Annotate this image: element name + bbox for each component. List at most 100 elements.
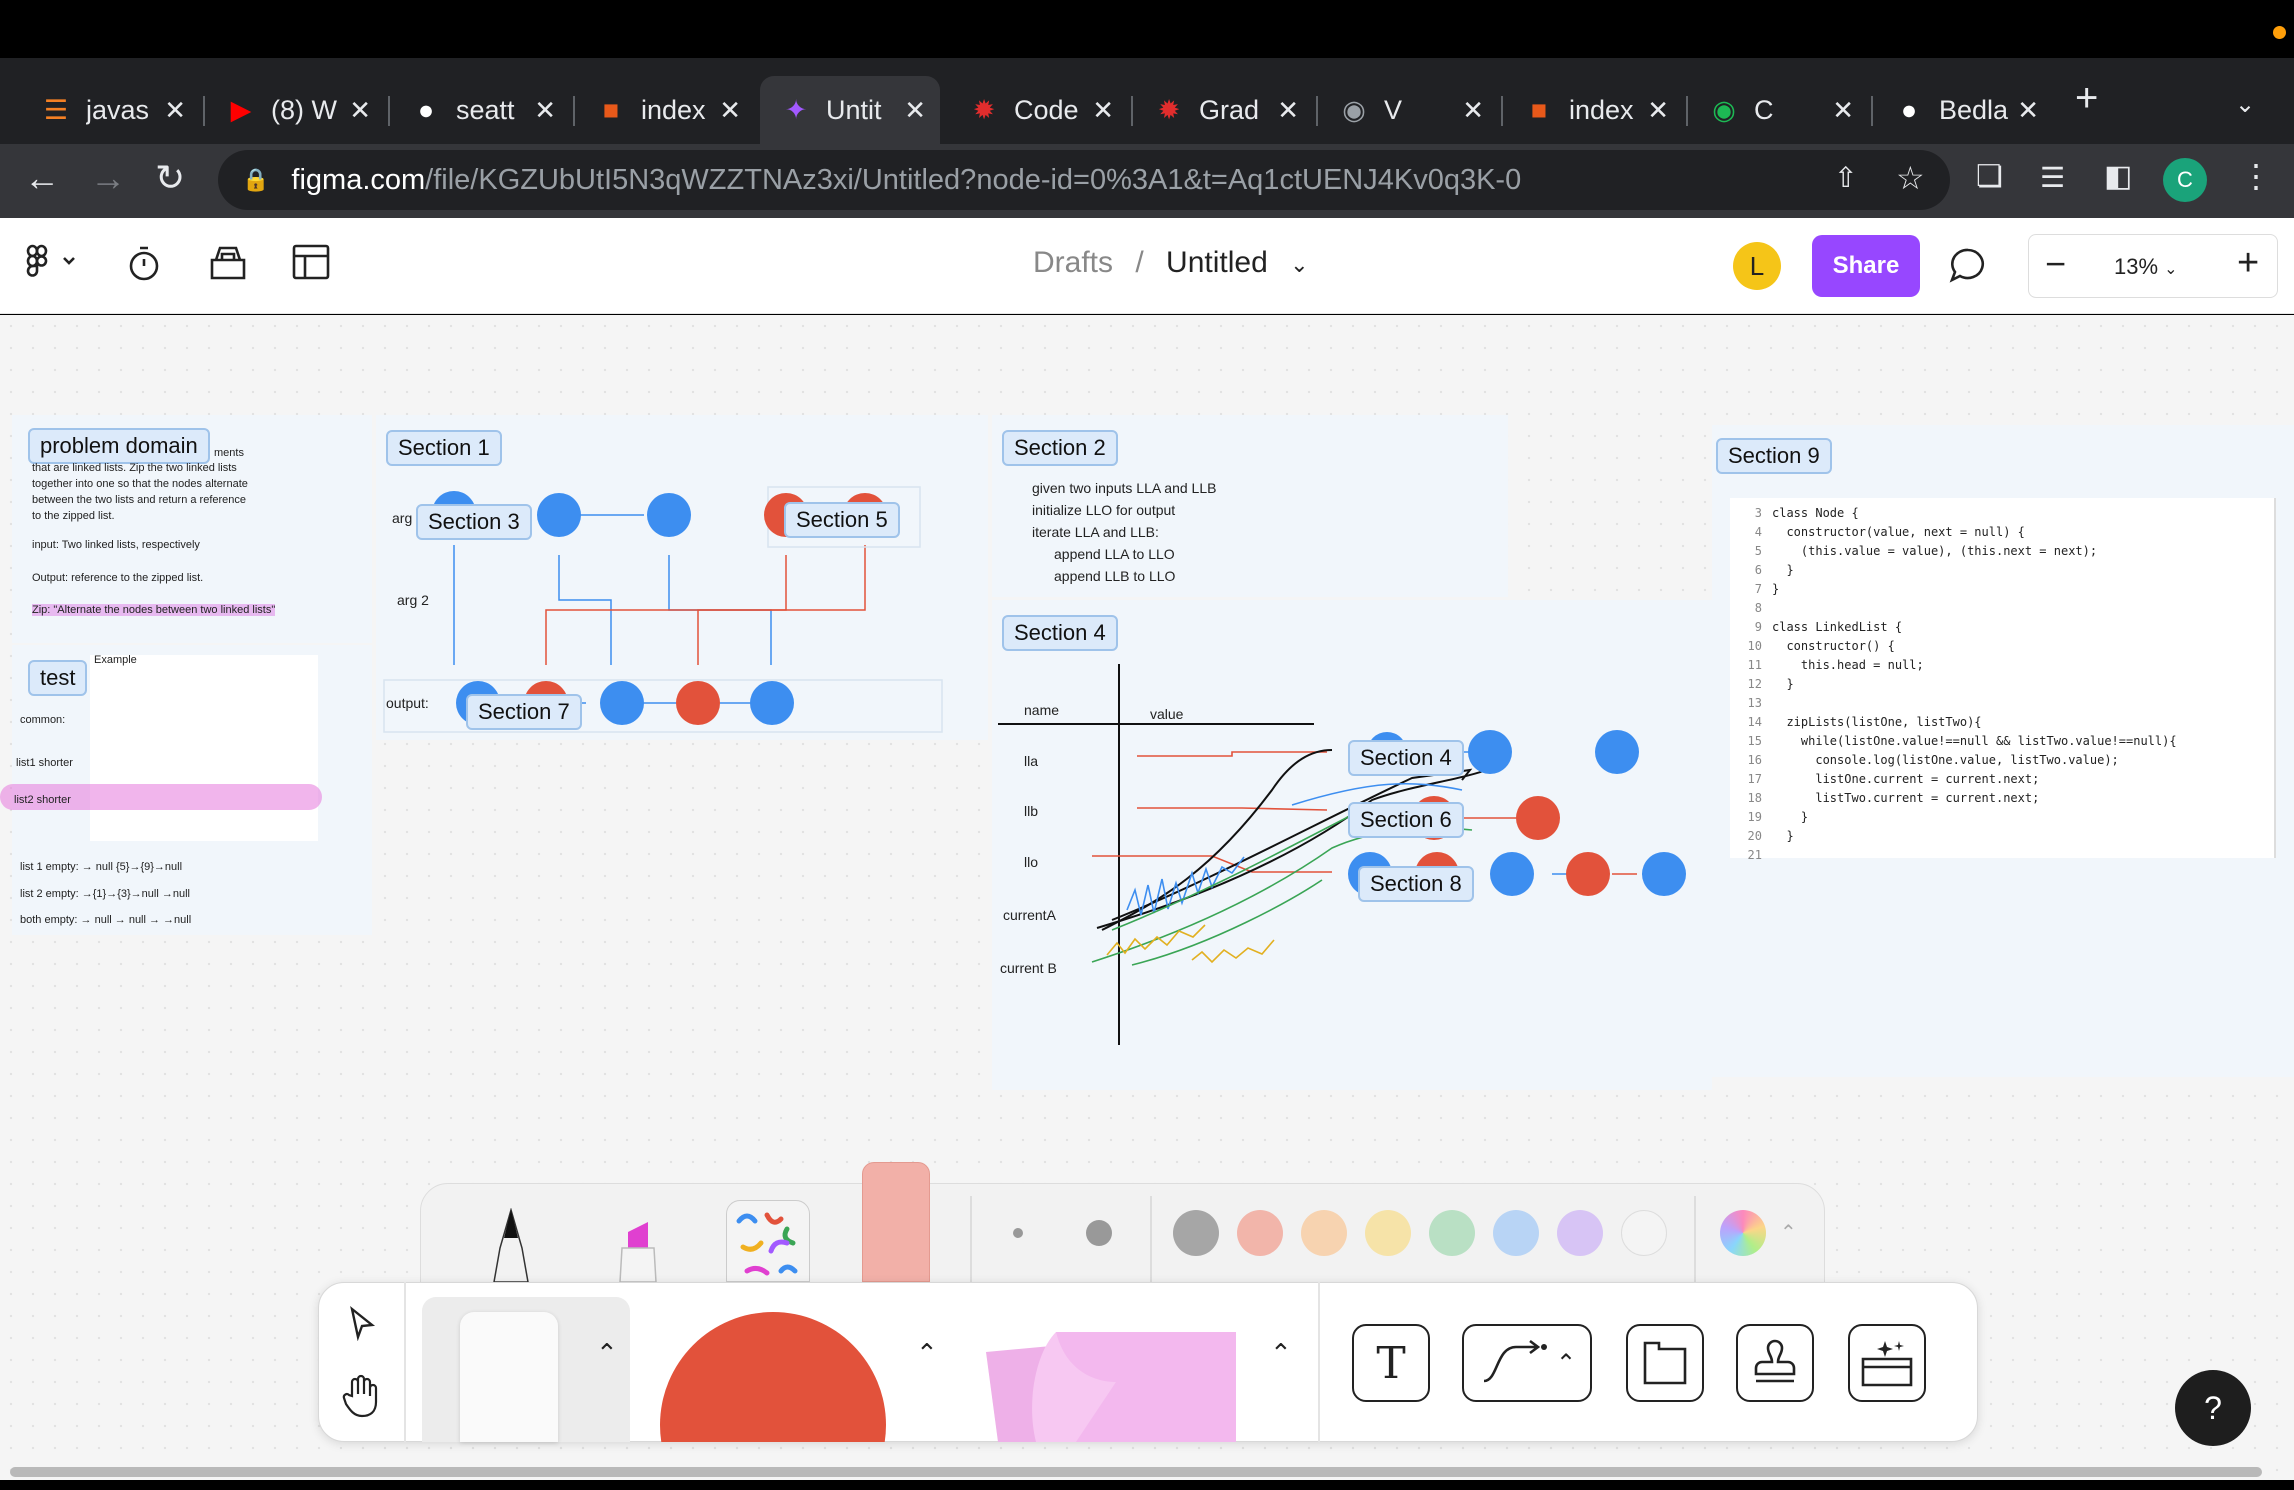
sticky-note-tool[interactable]	[460, 1312, 558, 1442]
shape-chevron-icon[interactable]: ⌃	[916, 1338, 938, 1369]
tab-close-icon[interactable]: ✕	[1462, 95, 1484, 126]
browser-tab[interactable]: ■ index ✕	[1503, 76, 1683, 144]
comment-icon[interactable]	[1948, 246, 1988, 291]
reload-button[interactable]: ↻	[155, 160, 185, 196]
code-line: 15 while(listOne.value!==null && listTwo…	[1736, 732, 2177, 751]
address-bar[interactable]: 🔒 figma.com/file/KGZUbUtI5N3qWZZTNAz3xi/…	[218, 150, 1950, 210]
horizontal-scrollbar[interactable]	[10, 1467, 2262, 1477]
file-menu-chevron-icon[interactable]: ⌄	[1290, 252, 1308, 277]
color-swatch[interactable]	[1557, 1210, 1603, 1256]
stroke-thin[interactable]	[1013, 1228, 1023, 1238]
browser-tab[interactable]: ■ index ✕	[575, 76, 755, 144]
figma-main-menu-icon[interactable]	[26, 244, 78, 286]
tab-close-icon[interactable]: ✕	[534, 95, 556, 126]
share-button[interactable]: Share	[1812, 235, 1920, 297]
tab-close-icon[interactable]: ✕	[349, 95, 371, 126]
url-text[interactable]: figma.com/file/KGZUbUtI5N3qWZZTNAz3xi/Un…	[291, 164, 1521, 197]
highlighter-tool[interactable]	[616, 1208, 660, 1287]
hand-tool-icon[interactable]	[342, 1374, 382, 1423]
sticky-note-chevron-icon[interactable]: ⌃	[596, 1338, 618, 1369]
tab-close-icon[interactable]: ✕	[719, 95, 741, 126]
code-line-text: zipLists(listOne, listTwo){	[1772, 715, 1982, 729]
timer-icon[interactable]	[126, 244, 162, 288]
share-page-icon[interactable]: ⇧	[1834, 164, 1857, 192]
section-label-test[interactable]: test	[28, 660, 88, 696]
color-swatch[interactable]	[1365, 1210, 1411, 1256]
tab-close-icon[interactable]: ✕	[1277, 95, 1299, 126]
tab-close-icon[interactable]: ✕	[1647, 95, 1669, 126]
section-label-3[interactable]: Section 3	[416, 504, 532, 540]
tab-close-icon[interactable]: ✕	[2017, 95, 2039, 126]
section-tool-button[interactable]	[1626, 1324, 1704, 1402]
browser-tab[interactable]: ✹ Code ✕	[948, 76, 1128, 144]
browser-tab[interactable]: ● Bedla ✕	[1873, 76, 2053, 144]
new-tab-button[interactable]: +	[2075, 78, 2098, 118]
tab-search-chevron-icon[interactable]: ⌄	[2235, 90, 2255, 119]
tray-divider	[970, 1196, 972, 1282]
zoom-in-button[interactable]: +	[2237, 244, 2259, 282]
arg-1-label: arg	[392, 510, 413, 526]
color-swatch[interactable]	[1493, 1210, 1539, 1256]
section-label-2[interactable]: Section 2	[1002, 430, 1118, 466]
browser-menu-icon[interactable]: ⋮	[2240, 160, 2272, 192]
file-name[interactable]: Untitled	[1166, 246, 1268, 279]
select-pointer-icon[interactable]	[346, 1305, 380, 1346]
stickers-tool[interactable]	[966, 1312, 1240, 1447]
section-label-problem-domain[interactable]: problem domain	[28, 428, 210, 464]
connector-chevron-icon[interactable]: ⌃	[1556, 1349, 1576, 1378]
help-button[interactable]: ?	[2175, 1370, 2251, 1446]
profile-avatar[interactable]: C	[2163, 158, 2207, 202]
color-swatch[interactable]	[1429, 1210, 1475, 1256]
test-empty-2: list 2 empty: →{1}→{3}→null →null	[20, 888, 190, 900]
section-label-1[interactable]: Section 1	[386, 430, 502, 466]
section-label-4-inner[interactable]: Section 4	[1348, 740, 1464, 776]
tab-close-icon[interactable]: ✕	[1832, 95, 1854, 126]
browser-tab[interactable]: ☰ javas ✕	[20, 76, 200, 144]
back-button[interactable]: ←	[24, 160, 60, 196]
stroke-thick[interactable]	[1086, 1220, 1112, 1246]
washi-tape-tool[interactable]	[726, 1200, 810, 1282]
section-label-5[interactable]: Section 5	[784, 502, 900, 538]
layout-icon[interactable]	[292, 244, 330, 286]
connector-tool-button[interactable]: ⌃	[1462, 1324, 1592, 1402]
forward-button[interactable]: →	[90, 160, 126, 196]
tab-close-icon[interactable]: ✕	[164, 95, 186, 126]
bookmark-star-icon[interactable]: ☆	[1896, 162, 1925, 194]
tab-close-icon[interactable]: ✕	[1092, 95, 1114, 126]
color-swatch[interactable]	[1301, 1210, 1347, 1256]
extensions-icon[interactable]: ❏	[1976, 162, 2003, 192]
section-label-7[interactable]: Section 7	[466, 694, 582, 730]
section-label-6[interactable]: Section 6	[1348, 802, 1464, 838]
more-tools-button[interactable]	[1848, 1324, 1926, 1402]
browser-tab[interactable]: ◉ C ✕	[1688, 76, 1868, 144]
browser-tab[interactable]: ▶ (8) W ✕	[205, 76, 385, 144]
browser-tab[interactable]: ✦ Untit ✕	[760, 76, 940, 144]
section-label-9[interactable]: Section 9	[1716, 438, 1832, 474]
custom-color-picker[interactable]	[1720, 1210, 1766, 1256]
browser-tab[interactable]: ✹ Grad ✕	[1133, 76, 1313, 144]
breadcrumb: Drafts / Untitled ⌄	[1033, 246, 1309, 280]
color-swatch[interactable]	[1173, 1210, 1219, 1256]
resources-icon[interactable]	[208, 244, 248, 288]
stamp-tool-button[interactable]	[1736, 1324, 1814, 1402]
code-line-text: }	[1772, 829, 1794, 843]
section-label-4-outer[interactable]: Section 4	[1002, 615, 1118, 651]
code-line: 20 }	[1736, 827, 2177, 846]
user-avatar[interactable]: L	[1733, 242, 1781, 290]
browser-tab[interactable]: ● seatt ✕	[390, 76, 570, 144]
side-panel-icon[interactable]: ◧	[2104, 162, 2132, 192]
stickers-chevron-icon[interactable]: ⌃	[1270, 1338, 1292, 1369]
color-swatch[interactable]	[1621, 1210, 1667, 1256]
marker-pen-tool[interactable]	[488, 1207, 534, 1287]
tray-collapse-chevron-icon[interactable]: ⌃	[1780, 1220, 1797, 1245]
section-label-8[interactable]: Section 8	[1358, 866, 1474, 902]
eraser-tool[interactable]	[862, 1162, 930, 1282]
zoom-out-button[interactable]: −	[2045, 246, 2066, 282]
text-tool-button[interactable]: T	[1352, 1324, 1430, 1402]
browser-tab[interactable]: ◉ V ✕	[1318, 76, 1498, 144]
tab-close-icon[interactable]: ✕	[904, 95, 926, 126]
zoom-level[interactable]: 13% ⌄	[2114, 254, 2178, 280]
color-swatch[interactable]	[1237, 1210, 1283, 1256]
media-control-icon[interactable]: ☰	[2040, 164, 2065, 192]
breadcrumb-drafts[interactable]: Drafts	[1033, 246, 1113, 279]
